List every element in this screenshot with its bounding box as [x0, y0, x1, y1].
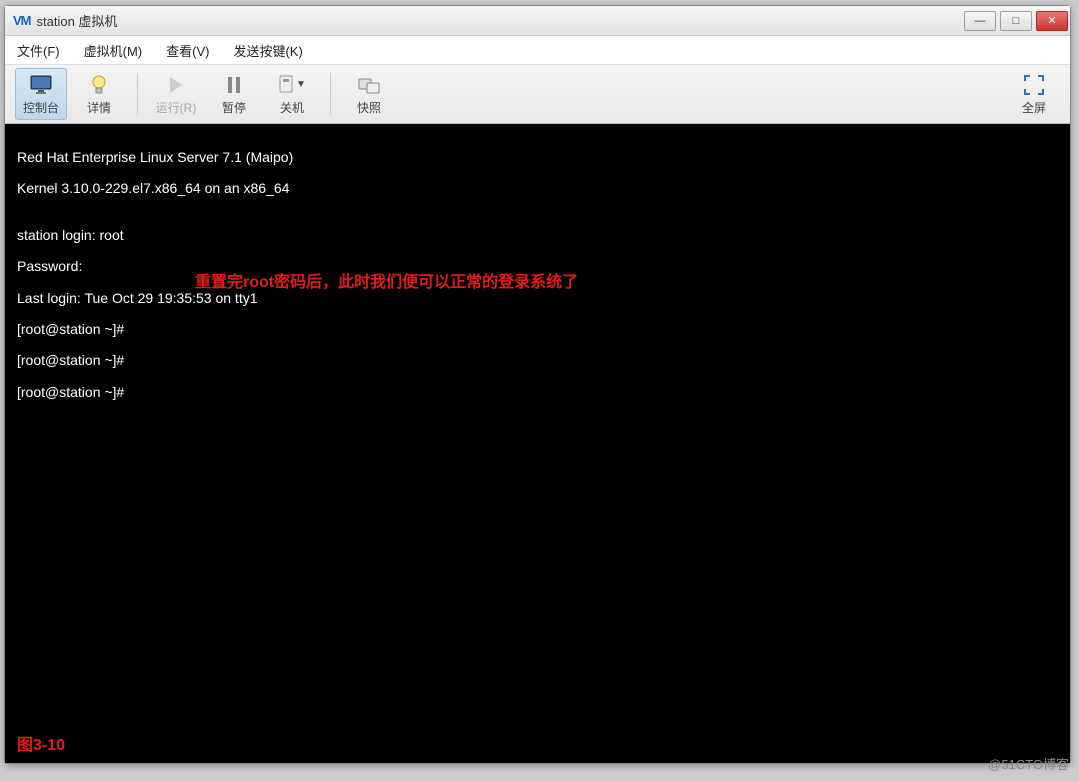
fullscreen-icon	[1024, 73, 1044, 97]
pause-label: 暂停	[222, 99, 246, 116]
console-line: Password:	[17, 259, 1058, 275]
toolbar-separator	[137, 73, 138, 115]
console-line: [root@station ~]#	[17, 353, 1058, 369]
menu-view[interactable]: 查看(V)	[160, 39, 215, 62]
shutdown-button[interactable]: ▼ 关机	[266, 68, 318, 120]
shutdown-icon: ▼	[278, 73, 306, 97]
details-label: 详情	[87, 99, 111, 116]
details-button[interactable]: 详情	[73, 68, 125, 120]
console-line: Last login: Tue Oct 29 19:35:53 on tty1	[17, 291, 1058, 307]
toolbar: 控制台 详情 运行(R) 暂停 ▼ 关机	[5, 64, 1070, 124]
window-title: station 虚拟机	[37, 11, 965, 30]
console-line: Red Hat Enterprise Linux Server 7.1 (Mai…	[17, 150, 1058, 166]
console-button[interactable]: 控制台	[15, 68, 67, 120]
minimize-button[interactable]: —	[964, 11, 996, 31]
bulb-icon	[90, 73, 108, 97]
monitor-icon	[30, 73, 52, 97]
menu-file[interactable]: 文件(F)	[11, 39, 66, 62]
annotation-text: 重置完root密码后，此时我们便可以正常的登录系统了	[195, 274, 578, 292]
menu-vm[interactable]: 虚拟机(M)	[78, 39, 149, 62]
pause-button[interactable]: 暂停	[208, 68, 260, 120]
close-button[interactable]: ✕	[1036, 11, 1068, 31]
fullscreen-button[interactable]: 全屏	[1008, 68, 1060, 120]
console-line: [root@station ~]#	[17, 322, 1058, 338]
run-button: 运行(R)	[150, 68, 202, 120]
watermark: @51CTO博客	[988, 754, 1069, 773]
snapshot-icon	[358, 73, 380, 97]
pause-icon	[226, 73, 242, 97]
menu-bar: 文件(F) 虚拟机(M) 查看(V) 发送按键(K)	[5, 36, 1070, 64]
console-line: Kernel 3.10.0-229.el7.x86_64 on an x86_6…	[17, 181, 1058, 197]
figure-label: 图3-10	[17, 737, 65, 755]
title-bar: VM station 虚拟机 — □ ✕	[5, 6, 1070, 36]
console-line: station login: root	[17, 228, 1058, 244]
vm-window: VM station 虚拟机 — □ ✕ 文件(F) 虚拟机(M) 查看(V) …	[4, 5, 1071, 764]
snapshot-button[interactable]: 快照	[343, 68, 395, 120]
console-output[interactable]: Red Hat Enterprise Linux Server 7.1 (Mai…	[5, 124, 1070, 763]
toolbar-separator-2	[330, 73, 331, 115]
shutdown-label: 关机	[280, 99, 304, 116]
menu-sendkeys[interactable]: 发送按键(K)	[227, 39, 308, 62]
play-icon	[168, 73, 184, 97]
maximize-button[interactable]: □	[1000, 11, 1032, 31]
console-label: 控制台	[23, 99, 59, 116]
app-icon: VM	[13, 13, 31, 28]
window-controls: — □ ✕	[964, 11, 1068, 31]
snapshot-label: 快照	[357, 99, 381, 116]
console-line: [root@station ~]#	[17, 385, 1058, 401]
run-label: 运行(R)	[156, 99, 197, 116]
fullscreen-label: 全屏	[1022, 99, 1046, 116]
chevron-down-icon: ▼	[296, 79, 306, 90]
